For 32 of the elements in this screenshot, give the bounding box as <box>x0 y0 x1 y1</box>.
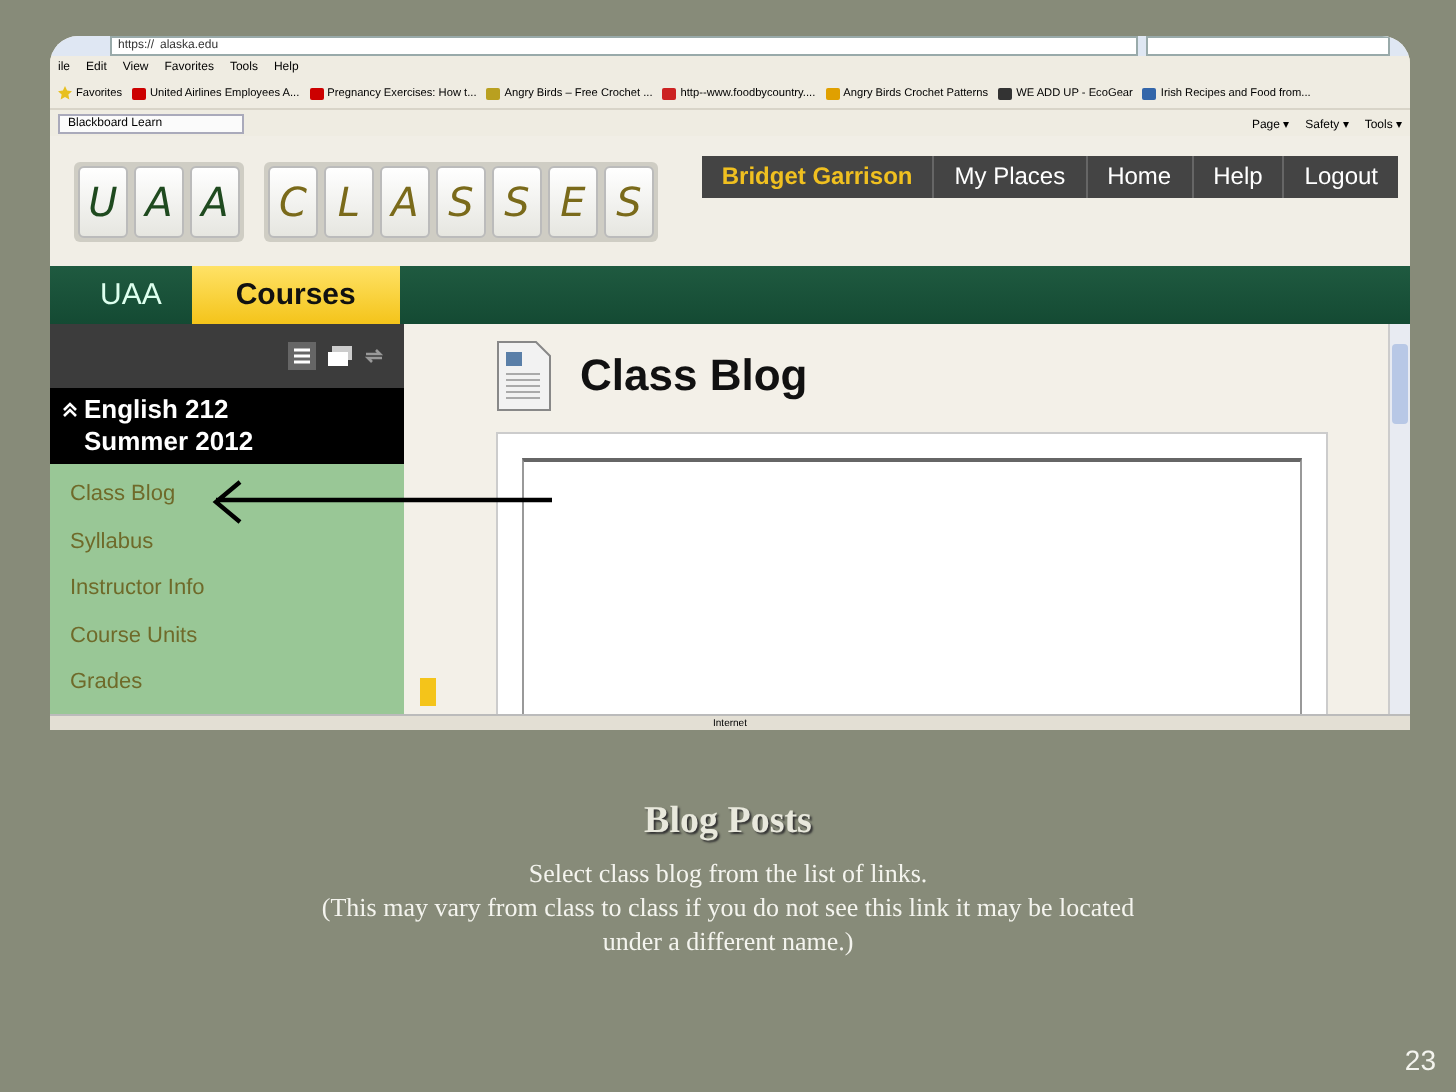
collapse-icon[interactable] <box>62 401 78 417</box>
nav-tab[interactable]: Courses <box>191 266 400 324</box>
nav-tab[interactable]: UAA <box>70 266 192 324</box>
top-link[interactable]: Help <box>1191 156 1283 198</box>
search-field[interactable] <box>1146 36 1390 56</box>
logo-tile: S <box>436 165 486 237</box>
star-icon <box>58 86 72 100</box>
windows-icon[interactable] <box>328 345 352 366</box>
course-title[interactable]: English 212 Summer 2012 <box>50 387 404 463</box>
logo-tile: L <box>324 165 374 237</box>
top-link[interactable]: Home <box>1085 156 1192 198</box>
logo-tile: A <box>190 165 240 237</box>
logo-tile: E <box>548 165 598 237</box>
scrollbar[interactable] <box>1388 324 1410 714</box>
logo-tile: C <box>268 165 318 237</box>
page-number: 23 <box>1404 1044 1436 1076</box>
logo-tile: S <box>492 165 542 237</box>
top-link[interactable]: My Places <box>932 156 1086 198</box>
instruction-text: Select class blog from the list of links. <box>526 856 930 890</box>
logo-tile: A <box>134 165 184 237</box>
list-view-icon[interactable] <box>288 341 316 370</box>
document-icon <box>496 340 552 412</box>
logo-tile: S <box>604 165 654 237</box>
user-name[interactable]: Bridget Garrison <box>701 156 933 198</box>
slide-title: Blog Posts <box>644 800 812 844</box>
collapse-handle[interactable] <box>420 678 436 706</box>
top-link[interactable]: Logout <box>1282 156 1398 198</box>
page-title: Class Blog <box>580 350 808 402</box>
logo-tile: U <box>78 165 128 237</box>
refresh-icon[interactable] <box>364 345 384 366</box>
logo-tile: A <box>380 165 430 237</box>
note-text: (This may vary from class to class if you do not see this link it may be located under a different name.) <box>319 890 1137 958</box>
